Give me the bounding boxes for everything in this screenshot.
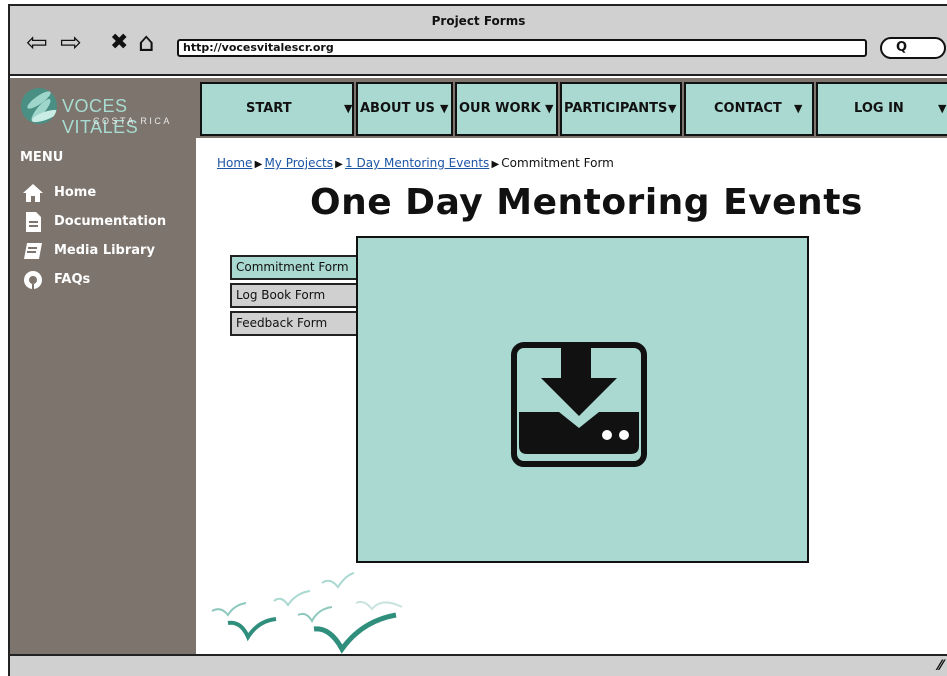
window-title: Project Forms — [431, 14, 526, 28]
content-panel — [356, 236, 809, 563]
breadcrumb-home[interactable]: Home — [217, 156, 252, 170]
sidebar-item-label: Media Library — [54, 243, 155, 258]
browser-window: Project Forms ⇦ ⇨ ✖ ⌂ http://vocesvitale… — [8, 4, 947, 676]
breadcrumb-current: Commitment Form — [501, 156, 614, 170]
dropdown-arrow-icon: ▼ — [794, 102, 803, 115]
sidebar-item-label: Home — [54, 185, 97, 200]
nav-log-in[interactable]: LOG IN ▼ — [816, 82, 947, 136]
download-icon[interactable] — [511, 342, 647, 467]
search-button[interactable]: Q — [880, 37, 946, 59]
resize-grip-icon[interactable]: ⁄⁄ — [938, 658, 943, 674]
close-icon[interactable]: ✖ — [110, 30, 128, 56]
dropdown-arrow-icon: ▼ — [668, 102, 677, 115]
dropdown-arrow-icon: ▼ — [938, 102, 947, 115]
dropdown-arrow-icon: ▼ — [344, 102, 353, 115]
nav-contact[interactable]: CONTACT ▼ — [684, 82, 814, 136]
logo[interactable]: VOCES VITALES COSTA RICA — [10, 78, 196, 138]
chevron-right-icon: ▶ — [491, 159, 500, 170]
chevron-right-icon: ▶ — [254, 159, 263, 170]
nav-our-work-label: OUR WORK — [459, 101, 541, 116]
sidebar: MENU Home Documentation Media Library FA… — [10, 138, 196, 658]
tab-log-book-form[interactable]: Log Book Form — [230, 283, 358, 308]
home-icon — [23, 184, 43, 202]
breadcrumb: Home ▶ My Projects ▶ 1 Day Mentoring Events ▶… — [217, 156, 614, 170]
help-icon — [24, 271, 42, 289]
nav-start-label: START — [246, 101, 292, 116]
sidebar-item-label: FAQs — [54, 272, 91, 287]
url-bar[interactable]: http://vocesvitalescr.org — [177, 39, 867, 57]
birds-decoration — [211, 572, 403, 654]
back-arrow-icon[interactable]: ⇦ — [26, 30, 48, 56]
nav-participants[interactable]: PARTICIPANTS ▼ — [560, 82, 682, 136]
browser-titlebar: Project Forms ⇦ ⇨ ✖ ⌂ http://vocesvitale… — [10, 6, 947, 76]
logo-subtitle: COSTA RICA — [93, 116, 172, 126]
nav-participants-label: PARTICIPANTS — [564, 101, 668, 116]
nav-log-in-label: LOG IN — [854, 101, 904, 116]
tab-commitment-form[interactable]: Commitment Form — [230, 255, 358, 280]
breadcrumb-mentoring-events[interactable]: 1 Day Mentoring Events — [345, 156, 489, 170]
nav-contact-label: CONTACT — [714, 101, 782, 116]
search-icon: Q — [896, 40, 908, 55]
nav-about-us-label: ABOUT US — [360, 101, 435, 116]
breadcrumb-my-projects[interactable]: My Projects — [264, 156, 333, 170]
chevron-right-icon: ▶ — [335, 159, 343, 170]
document-icon — [26, 212, 41, 232]
browser-status-bar: ⁄⁄ — [10, 654, 947, 676]
home-icon[interactable]: ⌂ — [138, 30, 155, 56]
dropdown-arrow-icon: ▼ — [440, 102, 449, 115]
sidebar-item-label: Documentation — [54, 214, 167, 229]
page-title: One Day Mentoring Events — [310, 182, 863, 223]
dropdown-arrow-icon: ▼ — [545, 102, 554, 115]
nav-start[interactable]: START ▼ — [200, 82, 354, 136]
media-library-icon — [24, 243, 42, 259]
menu-title: MENU — [20, 150, 64, 165]
forward-arrow-icon[interactable]: ⇨ — [60, 30, 82, 56]
logo-mark-icon — [21, 88, 57, 124]
nav-about-us[interactable]: ABOUT US ▼ — [356, 82, 453, 136]
top-nav: START ▼ ABOUT US ▼ OUR WORK ▼ PARTICIPAN… — [196, 78, 947, 138]
nav-our-work[interactable]: OUR WORK ▼ — [455, 82, 558, 136]
tab-feedback-form[interactable]: Feedback Form — [230, 311, 358, 336]
